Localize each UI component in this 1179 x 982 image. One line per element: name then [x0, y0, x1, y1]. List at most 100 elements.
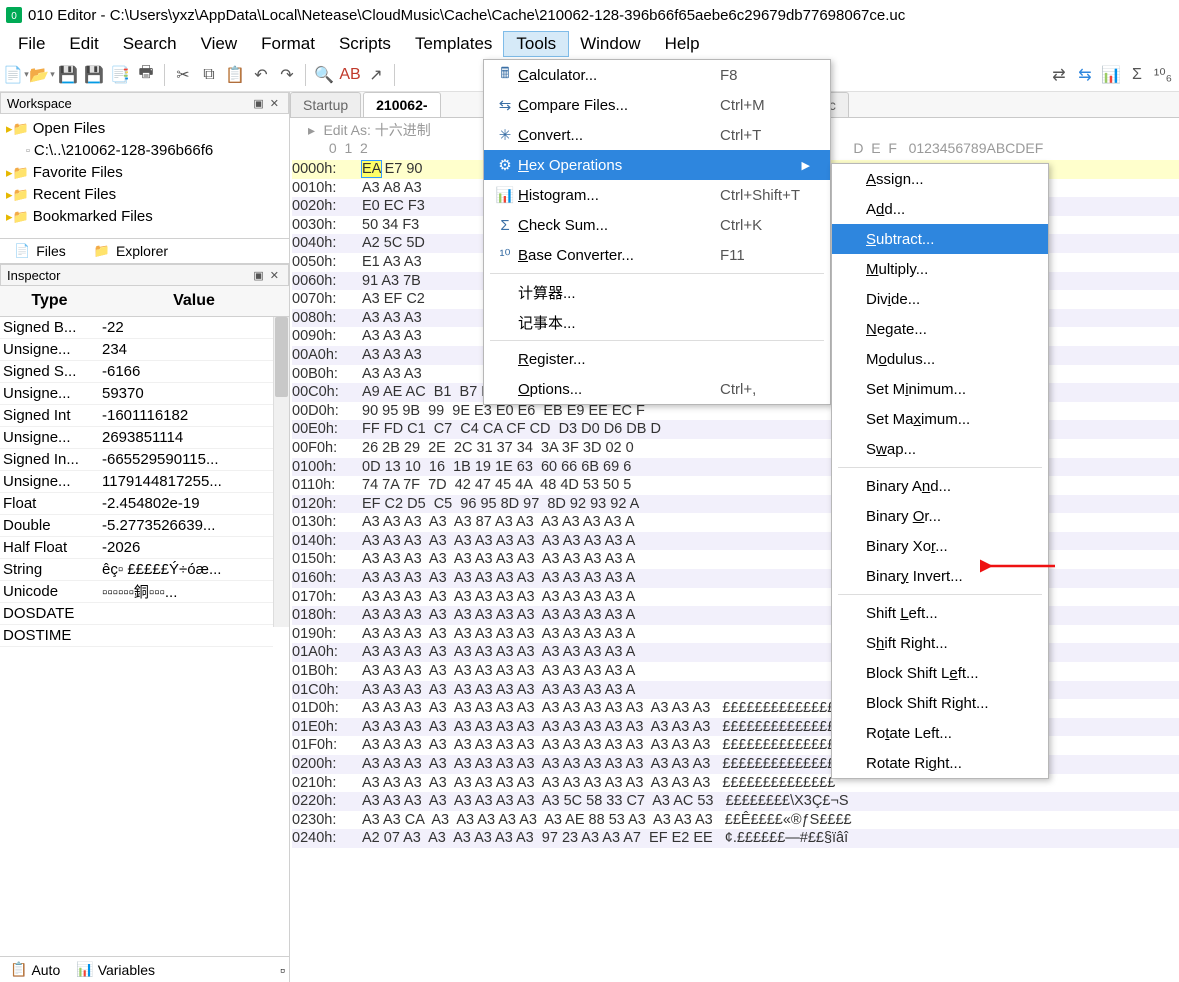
- menu-item-checksum[interactable]: ΣCheck Sum...Ctrl+K: [484, 210, 830, 240]
- inspector-row[interactable]: Unsigne...234: [0, 339, 273, 361]
- menu-item-swap[interactable]: Swap...: [832, 434, 1048, 464]
- menu-item-convert[interactable]: ✳Convert...Ctrl+T: [484, 120, 830, 150]
- menu-edit[interactable]: Edit: [57, 32, 110, 56]
- panel-close-icon[interactable]: ✕: [267, 97, 282, 110]
- inspector-row[interactable]: Float-2.454802e-19: [0, 493, 273, 515]
- menu-item-comparefiles[interactable]: ⇆Compare Files...Ctrl+M: [484, 90, 830, 120]
- new-file-icon[interactable]: 📄▾: [4, 63, 28, 87]
- menu-item-shiftright[interactable]: Shift Right...: [832, 628, 1048, 658]
- paste-icon[interactable]: 📋: [223, 63, 247, 87]
- menu-item-blockshiftleft[interactable]: Block Shift Left...: [832, 658, 1048, 688]
- menu-item-label: Add...: [866, 201, 1028, 218]
- menu-item-options[interactable]: Options...Ctrl+,: [484, 374, 830, 404]
- base-converter-icon[interactable]: ¹⁰₆: [1151, 63, 1175, 87]
- inspector-row[interactable]: Double-5.2773526639...: [0, 515, 273, 537]
- menu-item-setminimum[interactable]: Set Minimum...: [832, 374, 1048, 404]
- open-file-icon[interactable]: 📂▾: [30, 63, 54, 87]
- inspector-scrollbar[interactable]: [273, 317, 289, 627]
- cut-icon[interactable]: ✂: [171, 63, 195, 87]
- inspector-type: Unsigne...: [0, 341, 99, 358]
- inspector-row[interactable]: Unsigne...1179144817255...: [0, 471, 273, 493]
- menu-item-[interactable]: 记事本...: [484, 307, 830, 337]
- menu-item-modulus[interactable]: Modulus...: [832, 344, 1048, 374]
- tree-file[interactable]: ▫C:\..\210062-128-396b66f6: [2, 140, 287, 162]
- menu-item-rotateleft[interactable]: Rotate Left...: [832, 718, 1048, 748]
- panel-pin-icon[interactable]: ▣: [250, 269, 266, 282]
- save-icon[interactable]: 💾: [56, 63, 80, 87]
- menu-item-baseconverter[interactable]: ¹⁰Base Converter...F11: [484, 240, 830, 270]
- bottom-tab-variables[interactable]: 📊Variables: [70, 959, 161, 980]
- undo-icon[interactable]: ↶: [249, 63, 273, 87]
- inspector-row[interactable]: Signed S...-6166: [0, 361, 273, 383]
- doc-tab[interactable]: Startup: [290, 92, 361, 117]
- tree-folder[interactable]: ▸📁Recent Files: [2, 184, 287, 206]
- copy-icon[interactable]: ⧉: [197, 63, 221, 87]
- menu-item-blockshiftright[interactable]: Block Shift Right...: [832, 688, 1048, 718]
- hex-address: 0180h:: [292, 606, 362, 625]
- menu-search[interactable]: Search: [111, 32, 189, 56]
- save-as-icon[interactable]: 📑: [108, 63, 132, 87]
- inspector-row[interactable]: Stringêç▫ £££££Ý÷óæ...: [0, 559, 273, 581]
- more-icon[interactable]: ▫: [280, 962, 285, 978]
- menu-item-negate[interactable]: Negate...: [832, 314, 1048, 344]
- hex-row[interactable]: 0240h: A2 07 A3 A3 A3 A3 A3 A3 97 23 A3 …: [292, 829, 1179, 848]
- menu-item-shiftleft[interactable]: Shift Left...: [832, 598, 1048, 628]
- menu-item-label: Block Shift Right...: [866, 695, 1028, 712]
- menu-item-add[interactable]: Add...: [832, 194, 1048, 224]
- tree-folder[interactable]: ▸📁Open Files: [2, 118, 287, 140]
- inspector-row[interactable]: Signed B...-22: [0, 317, 273, 339]
- save-all-icon[interactable]: 💾: [82, 63, 106, 87]
- menu-item-divide[interactable]: Divide...: [832, 284, 1048, 314]
- menu-scripts[interactable]: Scripts: [327, 32, 403, 56]
- menu-item-setmaximum[interactable]: Set Maximum...: [832, 404, 1048, 434]
- menu-help[interactable]: Help: [653, 32, 712, 56]
- inspector-row[interactable]: Unsigne...59370: [0, 383, 273, 405]
- menu-view[interactable]: View: [189, 32, 250, 56]
- menu-templates[interactable]: Templates: [403, 32, 504, 56]
- inspector-row[interactable]: Half Float-2026: [0, 537, 273, 559]
- redo-icon[interactable]: ↷: [275, 63, 299, 87]
- menu-item-multiply[interactable]: Multiply...: [832, 254, 1048, 284]
- inspector-row[interactable]: DOSTIME: [0, 625, 273, 647]
- menu-item-icon: ¹⁰: [492, 246, 518, 264]
- menu-item-binaryand[interactable]: Binary And...: [832, 471, 1048, 501]
- find-icon[interactable]: 🔍: [312, 63, 336, 87]
- menu-item-rotateright[interactable]: Rotate Right...: [832, 748, 1048, 778]
- panel-pin-icon[interactable]: ▣: [250, 97, 266, 110]
- tree-folder[interactable]: ▸📁Favorite Files: [2, 162, 287, 184]
- panel-close-icon[interactable]: ✕: [267, 269, 282, 282]
- menu-item-histogram[interactable]: 📊Histogram...Ctrl+Shift+T: [484, 180, 830, 210]
- menu-format[interactable]: Format: [249, 32, 327, 56]
- doc-tab[interactable]: 210062-: [363, 92, 440, 117]
- hex-ops-icon[interactable]: ⇄: [1047, 63, 1071, 87]
- checksum-icon[interactable]: Σ: [1125, 63, 1149, 87]
- menu-file[interactable]: File: [6, 32, 57, 56]
- inspector-row[interactable]: Unicode▫▫▫▫▫▫銅▫▫▫...: [0, 581, 273, 603]
- inspector-row[interactable]: DOSDATE: [0, 603, 273, 625]
- menu-item-subtract[interactable]: Subtract...: [832, 224, 1048, 254]
- compare-icon[interactable]: ⇆: [1073, 63, 1097, 87]
- menu-item-[interactable]: 计算器...: [484, 277, 830, 307]
- find-text-icon[interactable]: AB: [338, 63, 362, 87]
- menu-item-calculator[interactable]: 🖩Calculator...F8: [484, 60, 830, 90]
- menu-tools[interactable]: Tools: [504, 32, 568, 56]
- menu-item-binaryor[interactable]: Binary Or...: [832, 501, 1048, 531]
- print-icon[interactable]: 🖶: [134, 63, 158, 87]
- inspector-row[interactable]: Unsigne...2693851114: [0, 427, 273, 449]
- bottom-tab-auto[interactable]: 📋Auto: [4, 959, 66, 980]
- menu-item-hexoperations[interactable]: ⚙Hex Operations▶: [484, 150, 830, 180]
- hex-bytes: A2 07 A3 A3 A3 A3 A3 A3 97 23 A3 A3 A7 E…: [362, 829, 848, 848]
- inspector-row[interactable]: Signed In...-665529590115...: [0, 449, 273, 471]
- goto-icon[interactable]: ↗: [364, 63, 388, 87]
- histogram-icon[interactable]: 📊: [1099, 63, 1123, 87]
- side-tab-files[interactable]: 📄Files: [0, 240, 80, 262]
- hex-address: 01A0h:: [292, 643, 362, 662]
- tree-folder[interactable]: ▸📁Bookmarked Files: [2, 206, 287, 228]
- inspector-row[interactable]: Signed Int-1601116182: [0, 405, 273, 427]
- menu-item-register[interactable]: Register...: [484, 344, 830, 374]
- menu-item-assign[interactable]: Assign...: [832, 164, 1048, 194]
- side-tab-explorer[interactable]: 📁Explorer: [80, 240, 182, 262]
- hex-row[interactable]: 0230h: A3 A3 CA A3 A3 A3 A3 A3 A3 AE 88 …: [292, 811, 1179, 830]
- hex-row[interactable]: 0220h: A3 A3 A3 A3 A3 A3 A3 A3 A3 5C 58 …: [292, 792, 1179, 811]
- menu-window[interactable]: Window: [568, 32, 652, 56]
